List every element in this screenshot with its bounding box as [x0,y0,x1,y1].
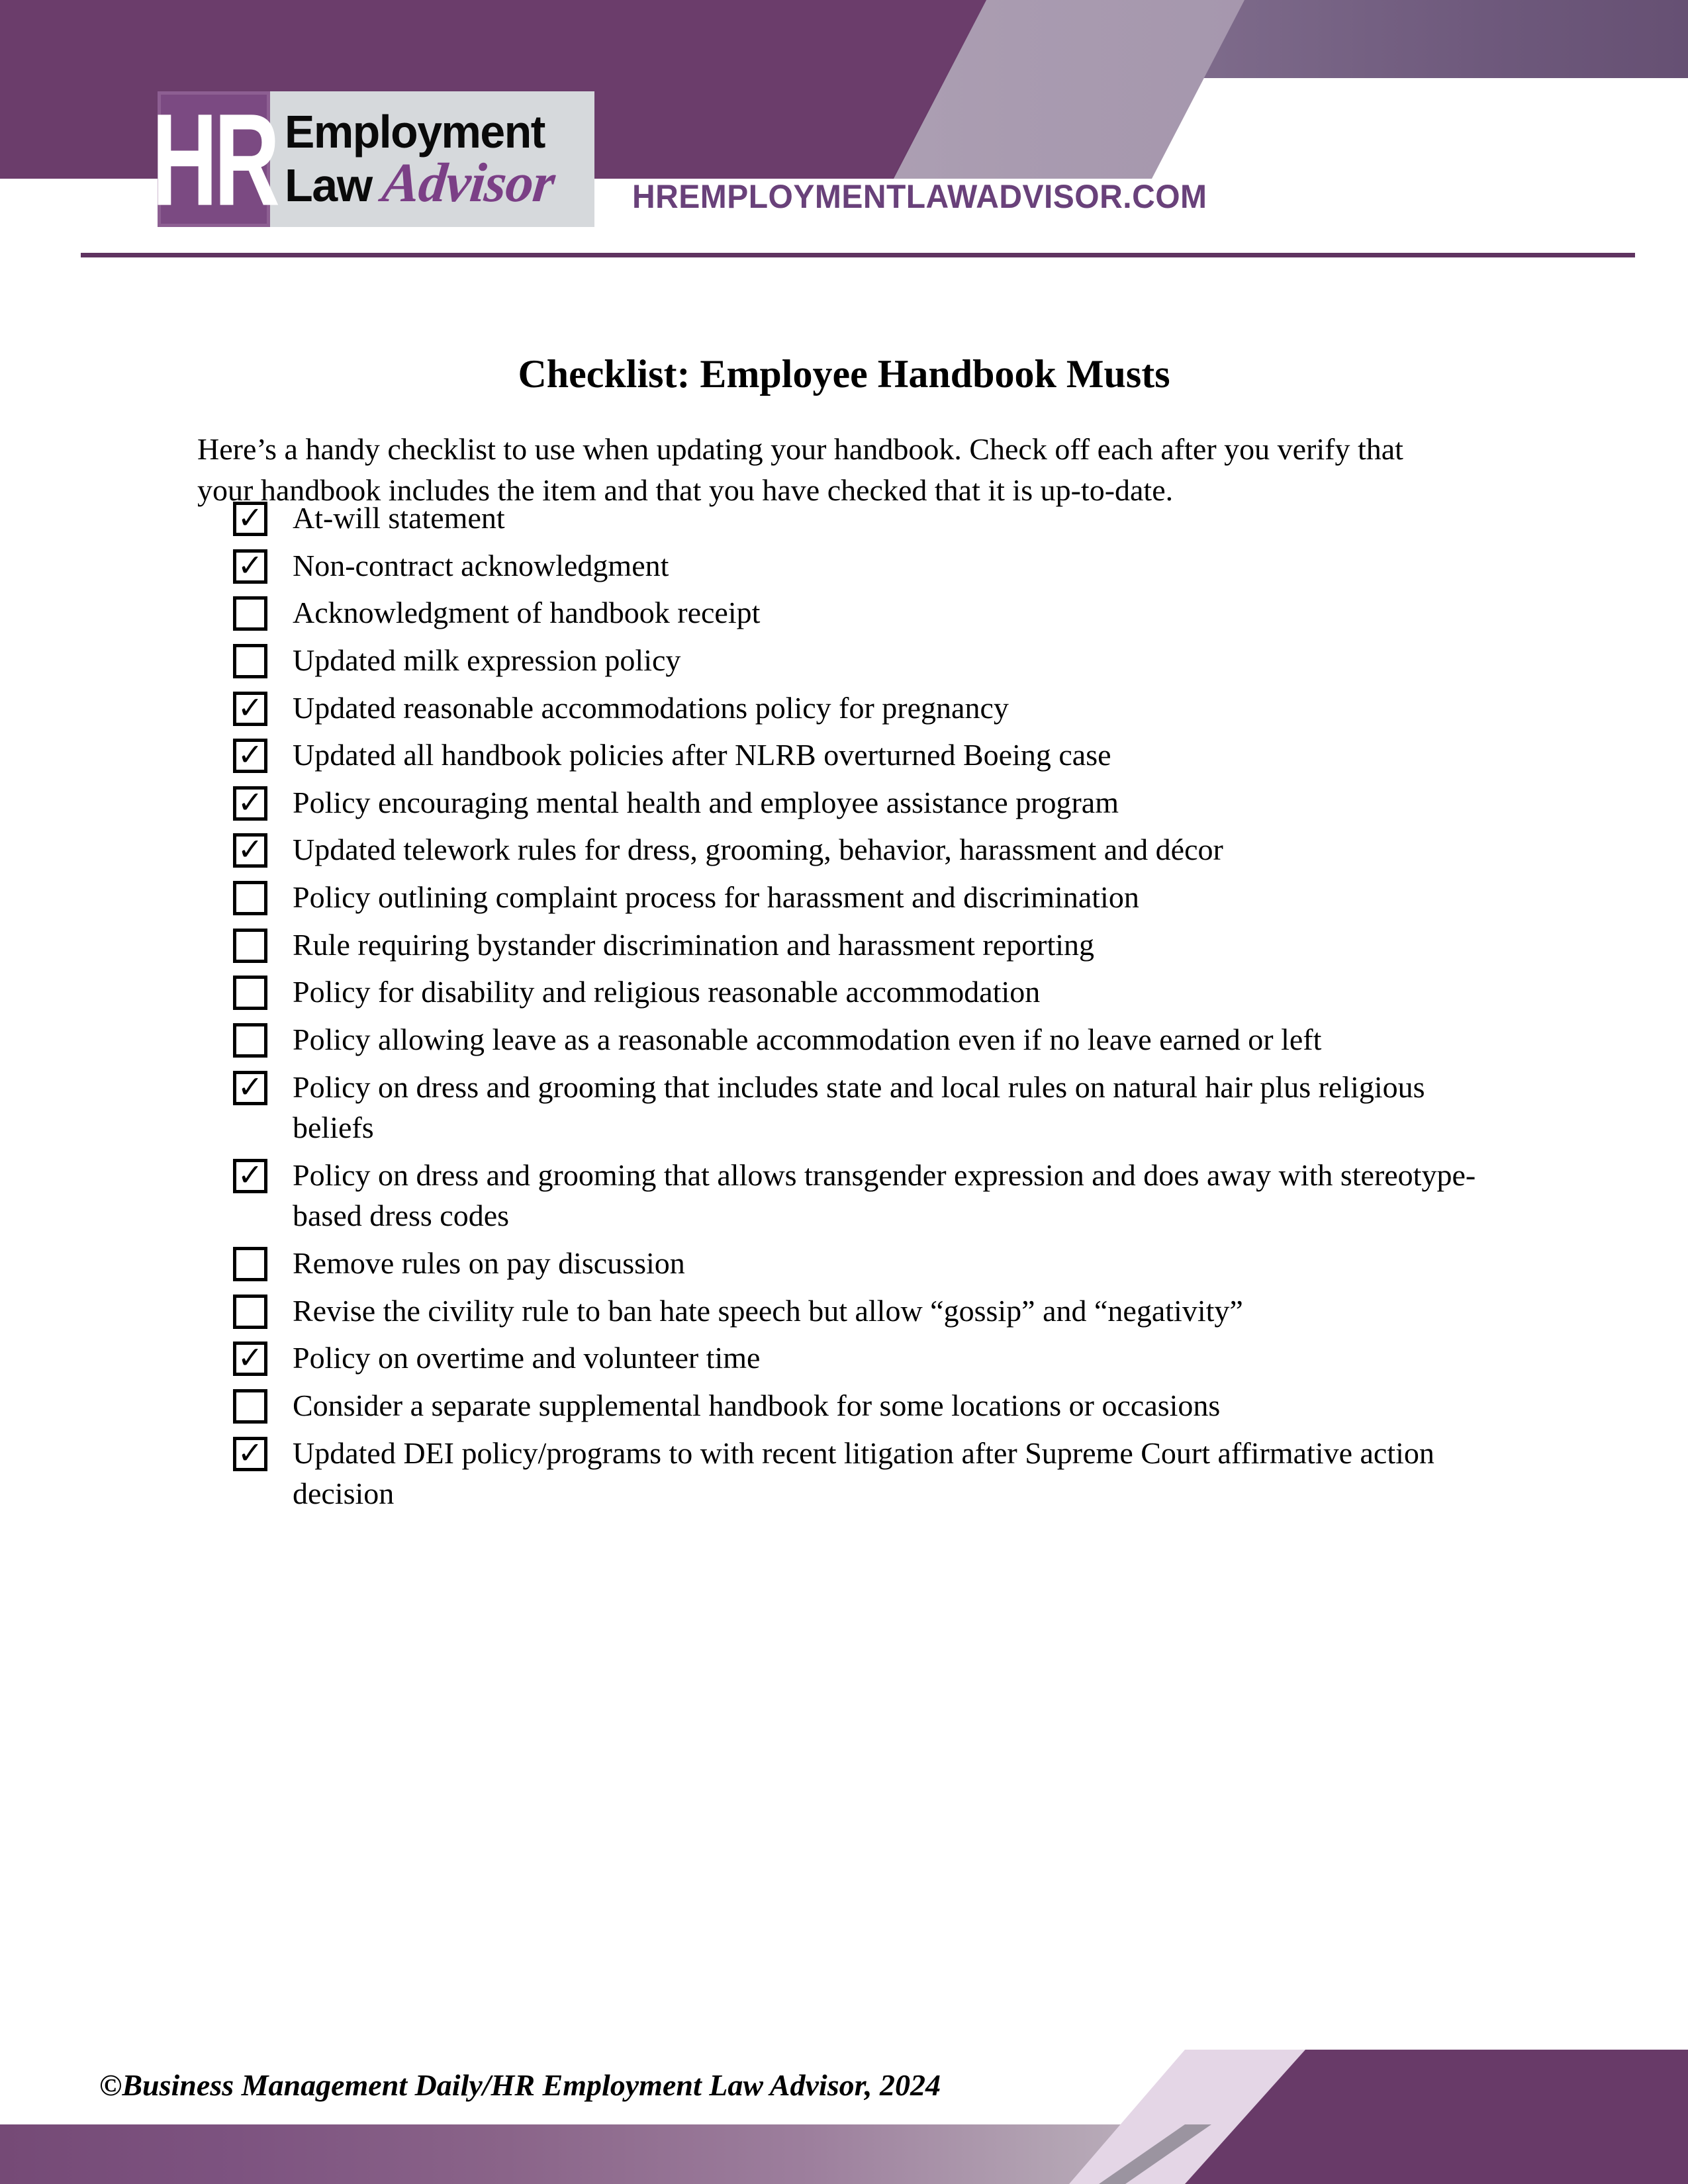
checkmark-icon: ✓ [237,1340,263,1376]
checklist: ✓ At-will statement ✓ Non-contract acknowle… [233,498,1623,1521]
checkbox-unchecked[interactable] [233,976,267,1011]
logo-wordmark-panel: Employment Law Advisor [270,91,594,227]
checklist-item[interactable]: Policy for disability and religious reas… [233,972,1623,1013]
checklist-item-label: Consider a separate supplemental handboo… [293,1388,1221,1422]
logo-advisor-text: Advisor [379,152,557,214]
logo-monogram-block: HR [152,91,280,227]
checkbox-checked[interactable]: ✓ [233,1156,267,1193]
checklist-item[interactable]: Policy allowing leave as a reasonable ac… [233,1019,1623,1060]
checklist-item[interactable]: ✓ Policy on dress and grooming that inclu… [233,1067,1623,1148]
checkmark-icon: ✓ [237,831,263,868]
checklist-item-label: Updated telework rules for dress, groomi… [293,833,1223,867]
checkbox-unchecked[interactable] [233,1294,267,1329]
checklist-item[interactable]: ✓ Updated all handbook policies after NLR… [233,735,1623,776]
checklist-item-label: Non-contract acknowledgment [293,548,669,582]
checkbox-checked[interactable]: ✓ [233,1340,267,1377]
checklist-item-label: Policy for disability and religious reas… [293,975,1041,1009]
checklist-item-label: Updated milk expression policy [293,643,681,677]
checkbox-checked[interactable]: ✓ [233,689,267,726]
logo-law-advisor-line: Law Advisor [285,152,594,214]
checkbox-unchecked[interactable] [233,1247,267,1281]
checklist-item-label: Policy on dress and grooming that includ… [293,1069,1425,1145]
site-logo: HR Employment Law Advisor [152,91,594,227]
checklist-item[interactable]: ✓ Updated telework rules for dress, groom… [233,829,1623,870]
checkbox-checked[interactable]: ✓ [233,1068,267,1105]
site-url-text: HREMPLOYMENTLAWADVISOR.COM [632,178,1207,215]
checkbox-checked[interactable]: ✓ [233,502,267,536]
checklist-item-label: Rule requiring bystander discrimination … [293,927,1095,962]
checklist-item[interactable]: ✓ Policy encouraging mental health and em… [233,782,1623,823]
checklist-item[interactable]: ✓ Updated reasonable accommodations polic… [233,688,1623,729]
checkbox-unchecked[interactable] [233,928,267,963]
checkmark-icon: ✓ [237,689,263,725]
checklist-item[interactable]: Acknowledgment of handbook receipt [233,592,1623,633]
checkmark-icon: ✓ [237,737,263,773]
checkmark-icon: ✓ [237,1068,263,1105]
checklist-item-label: Acknowledgment of handbook receipt [293,596,761,630]
checklist-item[interactable]: Rule requiring bystander discrimination … [233,925,1623,966]
checklist-item[interactable]: ✓ Non-contract acknowledgment [233,545,1623,586]
checkmark-icon: ✓ [237,500,263,536]
checklist-item[interactable]: Revise the civility rule to ban hate spe… [233,1291,1623,1332]
checkbox-checked[interactable]: ✓ [233,1434,267,1471]
checklist-item[interactable]: Updated milk expression policy [233,640,1623,681]
checkbox-unchecked[interactable] [233,881,267,915]
checklist-item[interactable]: ✓ Updated DEI policy/programs to with rec… [233,1433,1623,1514]
checkmark-icon: ✓ [237,1156,263,1193]
checklist-item-label: Policy on overtime and volunteer time [293,1341,761,1375]
checklist-item[interactable]: Policy outlining complaint process for h… [233,877,1623,918]
checklist-item-label: Remove rules on pay discussion [293,1246,685,1280]
checkbox-checked[interactable]: ✓ [233,549,267,584]
checkmark-icon: ✓ [237,784,263,820]
checkbox-unchecked[interactable] [233,1388,267,1424]
checklist-item-label: Policy allowing leave as a reasonable ac… [293,1022,1322,1056]
checklist-item-label: Policy on dress and grooming that allows… [293,1158,1476,1233]
checkbox-checked[interactable]: ✓ [233,833,267,868]
checklist-item-label: Updated reasonable accommodations policy… [293,690,1009,725]
checklist-item-label: Updated all handbook policies after NLRB… [293,738,1111,772]
checklist-item-label: At-will statement [293,501,505,535]
checkbox-unchecked[interactable] [233,1023,267,1058]
checklist-item[interactable]: ✓ Policy on dress and grooming that allow… [233,1155,1623,1236]
checkmark-icon: ✓ [237,547,263,583]
checkbox-unchecked[interactable] [233,643,267,678]
header-divider-rule [81,253,1635,257]
logo-law-text: Law [285,159,373,212]
checklist-item[interactable]: Consider a separate supplemental handboo… [233,1385,1623,1426]
checklist-item[interactable]: ✓ At-will statement [233,498,1623,539]
checkbox-checked[interactable]: ✓ [233,786,267,821]
logo-employment-text: Employment [285,106,545,158]
checkbox-unchecked[interactable] [233,596,267,631]
logo-monogram-text: HR [151,85,280,233]
checklist-item-label: Policy encouraging mental health and emp… [293,785,1119,819]
page-title: Checklist: Employee Handbook Musts [518,352,1170,396]
checklist-item-label: Updated DEI policy/programs to with rece… [293,1435,1434,1511]
checklist-item-label: Revise the civility rule to ban hate spe… [293,1293,1243,1328]
checklist-item[interactable]: ✓ Policy on overtime and volunteer time [233,1338,1623,1379]
footer-copyright: ©Business Management Daily/HR Employment… [99,2068,941,2102]
checkmark-icon: ✓ [237,1434,263,1471]
checklist-item-label: Policy outlining complaint process for h… [293,880,1139,914]
checklist-item[interactable]: Remove rules on pay discussion [233,1243,1623,1284]
checkbox-checked[interactable]: ✓ [233,737,267,774]
